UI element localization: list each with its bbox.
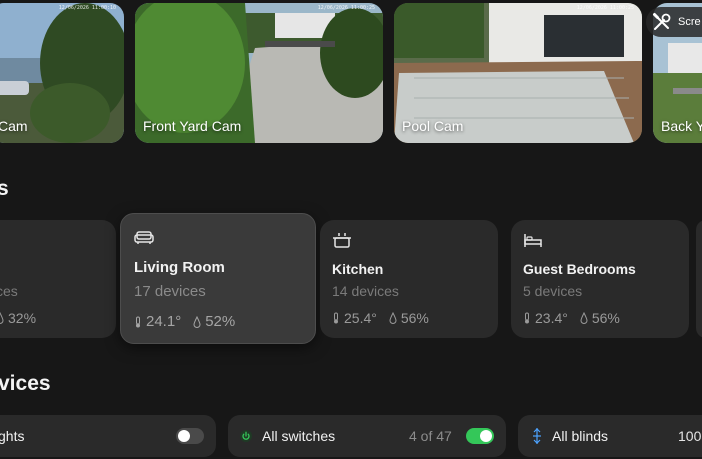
rooms-section-title: s (0, 177, 9, 200)
room-card-partial[interactable]: ces 32% (0, 220, 116, 338)
sofa-icon (134, 231, 154, 244)
all-lights-chip[interactable]: ghts (0, 415, 216, 457)
camera-label: Pool Cam (402, 118, 464, 134)
camera-tile-left[interactable]: 12/06/2026 11:00:10 Cam (0, 3, 124, 143)
power-icon (240, 430, 252, 442)
camera-label: Back Y (661, 118, 702, 134)
humidity-stat: 32% (0, 310, 36, 326)
droplet-icon (0, 312, 4, 324)
camera-timestamp: 12/06/2026 11:00:25 (317, 5, 375, 11)
room-card-living-room[interactable]: Living Room 17 devices 24.1° 52% (120, 213, 316, 344)
camera-tile-front-yard[interactable]: 12/06/2026 11:00:25 Front Yard Cam (135, 3, 383, 143)
room-device-count: ces (0, 283, 18, 299)
chip-label: All switches (262, 428, 336, 444)
room-device-count: 17 devices (134, 283, 206, 300)
thermometer-icon (136, 316, 140, 327)
humidity-stat: 52% (193, 313, 235, 330)
droplet-icon (193, 315, 201, 328)
temperature-stat: 23.4° (523, 310, 568, 326)
pot-icon (333, 233, 351, 248)
room-name: Kitchen (332, 261, 384, 277)
humidity-stat: 56% (389, 310, 429, 326)
chip-label: All blinds (552, 428, 609, 444)
blinds-icon (533, 428, 541, 444)
camera-timestamp: 12/06/2026 11:00:10 (58, 5, 116, 11)
screensaver-button[interactable]: Scre (646, 7, 702, 37)
droplet-icon (389, 312, 397, 324)
room-stats: 25.4° 56% (332, 310, 429, 326)
room-name: Living Room (134, 259, 225, 276)
thermometer-icon (525, 312, 529, 324)
room-stats: 23.4° 56% (523, 310, 620, 326)
room-name: Guest Bedrooms (523, 261, 636, 277)
room-card-offscreen[interactable] (696, 220, 702, 338)
tools-icon (653, 13, 671, 30)
temperature-stat: 25.4° (332, 310, 377, 326)
camera-tile-pool[interactable]: 12/06/2026 11:00:25 Pool Cam (394, 3, 642, 143)
room-card-kitchen[interactable]: Kitchen 14 devices 25.4° 56% (320, 220, 498, 338)
room-stats: 32% (0, 310, 36, 326)
camera-label: Front Yard Cam (143, 118, 242, 134)
room-device-count: 14 devices (332, 283, 399, 299)
devices-section-title: vices (0, 372, 51, 395)
all-switches-chip[interactable]: All switches 4 of 47 (228, 415, 506, 457)
all-blinds-chip[interactable]: All blinds 100 (518, 415, 702, 457)
humidity-stat: 56% (580, 310, 620, 326)
camera-timestamp: 12/06/2026 11:00:25 (576, 5, 634, 11)
temperature-stat: 24.1° (134, 313, 181, 330)
lights-toggle[interactable] (176, 428, 204, 444)
blinds-position: 100 (678, 428, 702, 444)
bed-icon (524, 234, 542, 247)
droplet-icon (580, 312, 588, 324)
thermometer-icon (334, 312, 338, 324)
chip-label: ghts (0, 428, 25, 444)
room-card-guest-bedrooms[interactable]: Guest Bedrooms 5 devices 23.4° 56% (511, 220, 689, 338)
room-stats: 24.1° 52% (134, 313, 235, 330)
room-device-count: 5 devices (523, 283, 583, 299)
switch-count: 4 of 47 (409, 428, 452, 444)
camera-label: Cam (0, 118, 28, 134)
switches-toggle[interactable] (466, 428, 494, 444)
screensaver-label: Scre (678, 16, 701, 28)
